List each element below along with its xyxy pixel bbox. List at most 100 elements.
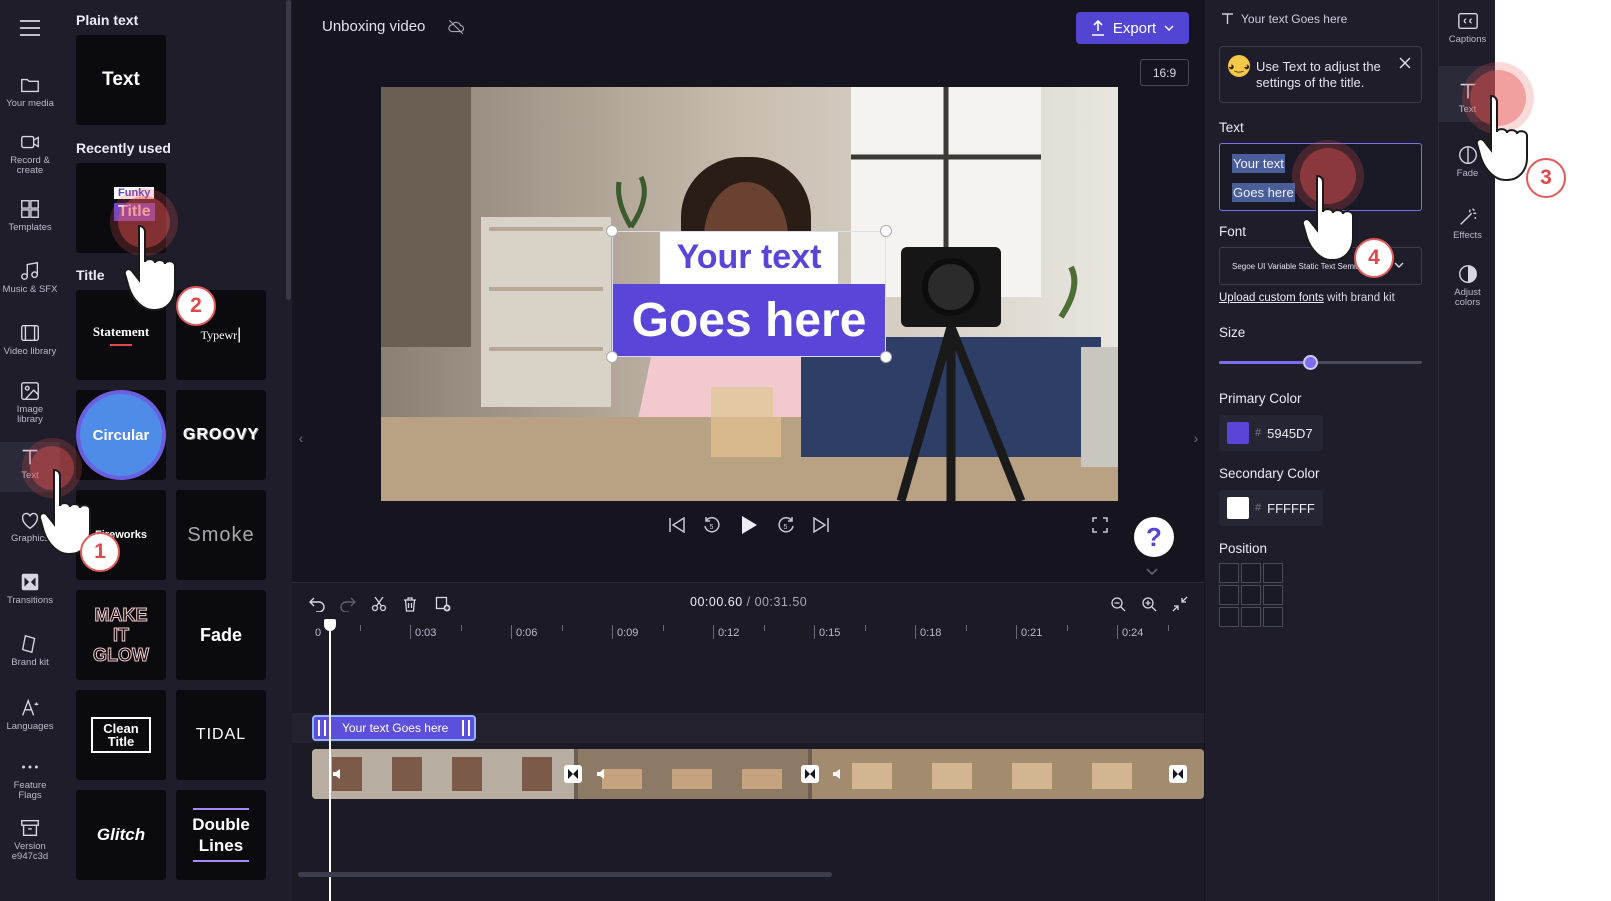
upload-fonts-link[interactable]: Upload custom fonts [1219,292,1324,304]
speaker-icon[interactable] [832,767,846,781]
position-middle-right[interactable] [1263,585,1283,605]
tile-label: Statement [92,324,150,339]
primary-color-field[interactable]: # 5945D7 [1219,415,1323,451]
play-button[interactable] [736,512,762,538]
tile-line-bottom [193,860,249,862]
size-slider-thumb[interactable] [1302,355,1318,370]
hash-symbol: # [1255,502,1262,514]
clip-trim-handle-right[interactable] [462,720,470,736]
rail-item-brand-kit[interactable]: Brand kit [0,629,60,689]
tile-double-lines[interactable]: Double Lines [176,790,266,880]
size-slider-track[interactable] [1219,361,1422,364]
transition-marker[interactable] [801,765,819,783]
tile-smoke[interactable]: Smoke [176,490,266,580]
rail-item-transitions[interactable]: Transitions [0,567,60,627]
ruler-subtick [461,625,462,631]
rail-item-record-create[interactable]: Record & create [0,127,60,187]
project-title[interactable]: Unboxing video [322,18,425,35]
tile-label: Glitch [96,825,146,844]
timeline-panel: 00:00.60 / 00:31.50 0 0:03 0:06 0:09 0:1… [292,582,1204,901]
chevron-down-icon[interactable] [1394,262,1404,268]
redo-icon [340,597,356,612]
speaker-icon[interactable] [332,767,346,781]
fit-timeline-button[interactable] [1169,593,1191,615]
skip-to-start-button[interactable] [664,512,690,538]
zoom-out-button[interactable] [1107,593,1129,615]
rail-item-your-media[interactable]: Your media [0,70,60,130]
forward-5s-button[interactable]: 5 [773,512,799,538]
text-clip[interactable]: Your text Goes here [312,715,476,741]
position-bottom-left[interactable] [1219,607,1239,627]
rail-item-templates[interactable]: Templates [0,194,60,254]
secondary-color-field[interactable]: # FFFFFF [1219,490,1323,526]
help-button[interactable]: ? [1134,517,1174,557]
primary-color-hex: 5945D7 [1267,425,1313,441]
rail-item-effects[interactable]: Effects [1439,206,1496,241]
playhead-handle[interactable] [324,619,336,631]
image-icon [21,382,39,400]
rewind-5s-button[interactable]: 5 [699,512,725,538]
undo-button[interactable] [306,593,328,615]
secondary-color-swatch[interactable] [1227,497,1249,519]
chevron-down-icon[interactable] [1146,568,1158,576]
position-bottom-center[interactable] [1241,607,1261,627]
hand-pointer-icon [1301,174,1354,261]
resize-handle-bottom-right[interactable] [880,351,892,363]
transition-marker[interactable] [1169,765,1187,783]
tile-plain-text[interactable]: Text [76,35,166,125]
rail-item-image-library[interactable]: Image library [0,376,60,436]
rail-item-feature-flags[interactable]: Feature Flags [0,752,60,812]
rail-item-video-library[interactable]: Video library [0,318,60,378]
resize-handle-bottom-left[interactable] [606,351,618,363]
delete-button[interactable] [399,593,421,615]
duplicate-button[interactable] [432,593,454,615]
title-selection-box[interactable] [612,231,886,357]
tile-label: Double Lines [192,815,250,855]
tile-label: TIDAL [195,726,247,743]
redo-button[interactable] [337,593,359,615]
position-top-right[interactable] [1263,563,1283,583]
transition-icon [568,769,578,779]
fullscreen-button[interactable] [1087,512,1113,538]
ruler-label: 0:24 [1122,627,1144,639]
position-top-center[interactable] [1241,563,1261,583]
tile-fade[interactable]: Fade [176,590,266,680]
rail-item-captions[interactable]: Captions [1439,10,1496,45]
position-top-left[interactable] [1219,563,1239,583]
rail-item-adjust-colors[interactable]: Adjust colors [1439,263,1496,308]
resize-handle-top-right[interactable] [880,225,892,237]
export-button[interactable]: Export [1076,12,1189,44]
position-center[interactable] [1241,585,1261,605]
split-button[interactable] [368,593,390,615]
speaker-icon[interactable] [596,767,610,781]
resize-handle-top-left[interactable] [606,225,618,237]
library-scrollbar[interactable] [286,0,291,300]
rail-item-music-sfx[interactable]: Music & SFX [0,256,60,316]
tile-clean-title[interactable]: Clean Title [76,690,166,780]
tile-label: Text [102,69,140,90]
collapse-right-panel-button[interactable]: › [1188,420,1204,456]
close-icon[interactable] [1399,57,1411,69]
playhead[interactable] [329,623,331,901]
video-clip-track[interactable] [312,749,1204,799]
tile-glitch[interactable]: Glitch [76,790,166,880]
position-middle-left[interactable] [1219,585,1239,605]
skip-to-end-button[interactable] [808,512,834,538]
collapse-left-panel-button[interactable]: ‹ [294,420,308,456]
menu-button[interactable] [0,0,60,56]
chevron-down-icon [1164,25,1174,31]
aspect-ratio-button[interactable]: 16:9 [1140,59,1189,86]
svg-text:5: 5 [710,524,714,531]
clipchamp-editor: Your media Record & create Templates Mus… [0,0,1611,901]
transition-marker[interactable] [564,765,582,783]
position-bottom-right[interactable] [1263,607,1283,627]
zoom-in-button[interactable] [1138,593,1160,615]
rail-label: Feature Flags [13,780,47,801]
tile-tidal[interactable]: TIDAL [176,690,266,780]
rail-item-languages[interactable]: Languages [0,693,60,753]
tile-make-it-glow[interactable]: MAKE IT GLOW [76,590,166,680]
clip-trim-handle-left[interactable] [318,720,326,736]
tile-groovy[interactable]: GROOVY [176,390,266,480]
timeline-scrollbar[interactable] [298,872,832,877]
primary-color-swatch[interactable] [1227,422,1249,444]
